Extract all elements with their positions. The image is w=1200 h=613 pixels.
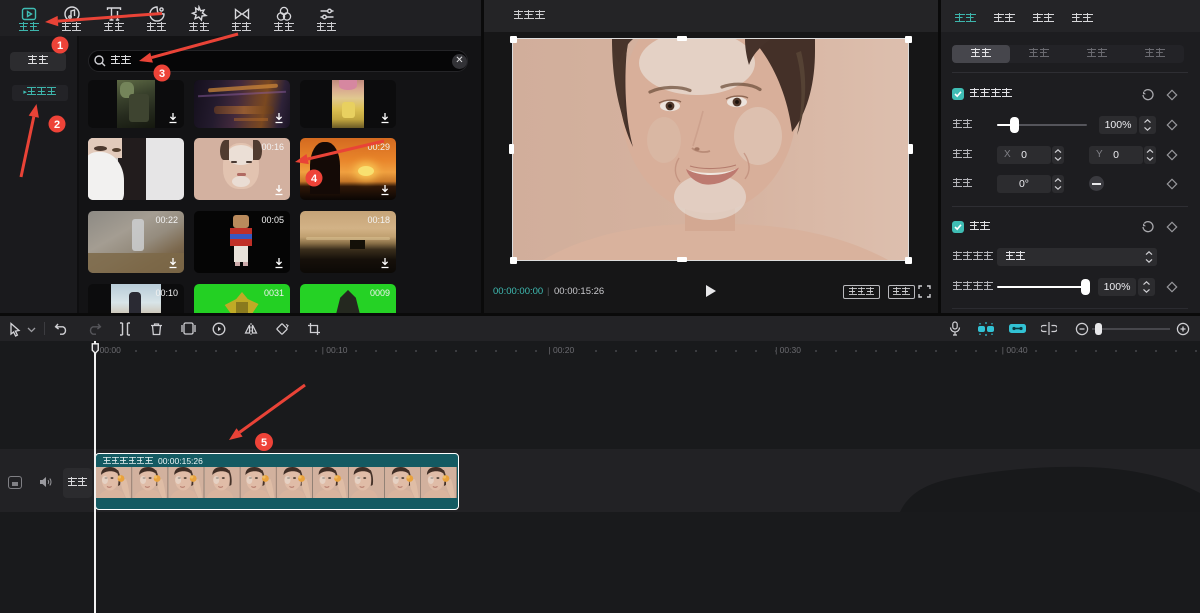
- svg-text:3: 3: [159, 68, 165, 80]
- svg-text:1: 1: [57, 40, 63, 52]
- svg-text:2: 2: [54, 119, 60, 131]
- svg-text:4: 4: [311, 173, 318, 185]
- svg-text:5: 5: [261, 437, 267, 449]
